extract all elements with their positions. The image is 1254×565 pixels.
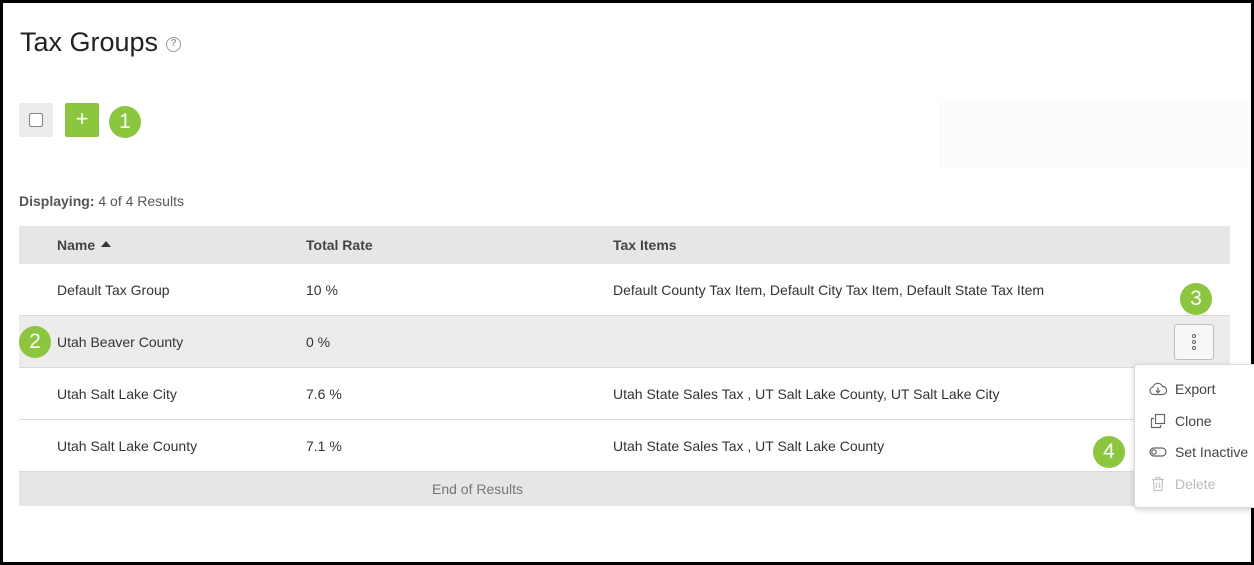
callout-badge-3: 3 [1180, 283, 1212, 315]
callout-badge-1: 1 [109, 106, 141, 138]
table-row[interactable]: Utah Salt Lake City 7.6 % Utah State Sal… [19, 368, 1230, 420]
menu-item-export-label: Export [1175, 381, 1216, 397]
column-header-tax-items[interactable]: Tax Items [613, 237, 677, 253]
row-rate: 7.1 % [306, 438, 342, 454]
column-header-name-label: Name [57, 237, 96, 253]
row-rate: 0 % [306, 334, 331, 350]
column-header-name[interactable]: Name [57, 237, 112, 253]
results-count: Displaying: 4 of 4 Results [19, 193, 184, 209]
row-name: Utah Salt Lake County [57, 438, 198, 454]
menu-item-set-inactive-label: Set Inactive [1175, 444, 1249, 460]
tax-groups-table: Name Total Rate Tax Items Default Tax Gr… [19, 226, 1230, 506]
row-actions-menu: Export Clone Set Inactive Delete [1134, 364, 1254, 508]
menu-item-set-inactive[interactable]: Set Inactive [1149, 443, 1248, 461]
callout-badge-2: 2 [19, 326, 51, 358]
row-items: Utah State Sales Tax , UT Salt Lake Coun… [613, 438, 885, 454]
end-of-results-label: End of Results [432, 481, 524, 497]
menu-item-clone-label: Clone [1175, 413, 1212, 429]
results-count-label: Displaying: [19, 193, 95, 209]
trash-icon [1149, 475, 1167, 493]
app-frame: Tax Groups ? + 1 Displaying: 4 of 4 Resu… [0, 0, 1254, 565]
row-name: Default Tax Group [57, 282, 170, 298]
menu-item-export[interactable]: Export [1149, 380, 1215, 398]
row-name: Utah Beaver County [57, 334, 184, 350]
table-row[interactable]: Utah Beaver County 0 % [19, 316, 1230, 368]
table-header: Name Total Rate Tax Items [19, 226, 1230, 264]
select-all-checkbox[interactable] [19, 103, 53, 137]
menu-item-delete: Delete [1149, 475, 1215, 493]
callout-badge-4: 4 [1093, 436, 1125, 468]
checkbox-box [29, 113, 43, 127]
toggle-icon [1149, 443, 1167, 461]
column-header-total-rate[interactable]: Total Rate [306, 237, 373, 253]
title-row: Tax Groups ? [20, 27, 182, 58]
menu-item-clone[interactable]: Clone [1149, 412, 1212, 430]
row-items: Utah State Sales Tax , UT Salt Lake Coun… [613, 386, 1000, 402]
results-count-value: 4 of 4 Results [98, 193, 184, 209]
add-tax-group-button[interactable]: + [65, 103, 99, 137]
table-row[interactable]: Utah Salt Lake County 7.1 % Utah State S… [19, 420, 1230, 472]
page-title: Tax Groups [20, 27, 159, 57]
row-rate: 7.6 % [306, 386, 342, 402]
cloud-download-icon [1149, 380, 1167, 398]
row-items: Default County Tax Item, Default City Ta… [613, 282, 1045, 298]
menu-item-delete-label: Delete [1175, 476, 1216, 492]
more-vertical-icon[interactable] [1174, 324, 1214, 360]
copy-icon [1149, 412, 1167, 430]
help-icon[interactable]: ? [166, 37, 182, 52]
row-rate: 10 % [306, 282, 338, 298]
sort-ascending-icon [101, 241, 112, 247]
end-of-results: End of Results [19, 472, 1230, 506]
toolbar-right-area [938, 98, 1248, 168]
row-name: Utah Salt Lake City [57, 386, 177, 402]
table-row[interactable]: Default Tax Group 10 % Default County Ta… [19, 264, 1230, 316]
